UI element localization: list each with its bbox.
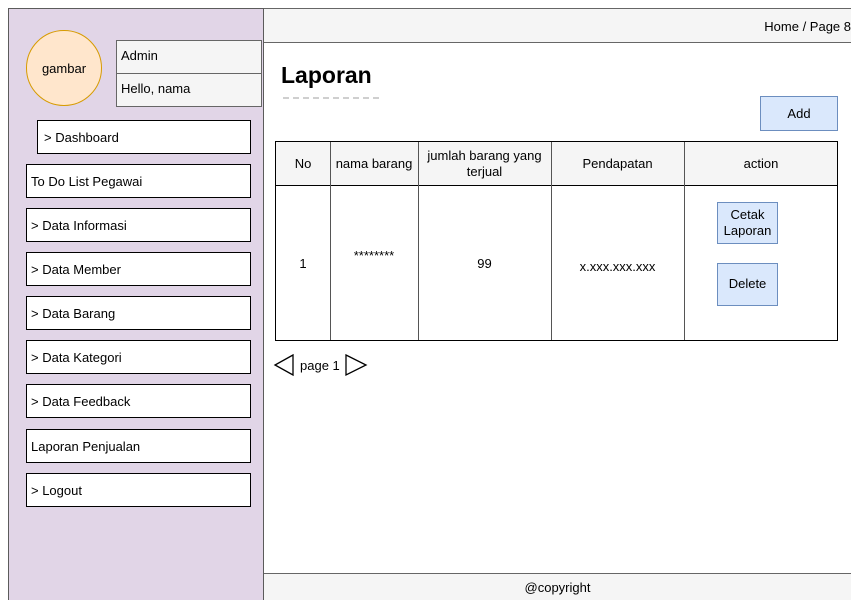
page-title: Laporan [281,62,372,88]
sidebar-item-label: > Data Barang [31,305,116,321]
pagination: page 1 [273,352,368,378]
user-greeting: Hello, nama [116,73,262,107]
report-table: No nama barang jumlah barang yang terjua… [275,141,838,341]
column-divider [684,142,685,340]
column-header-action: action [743,155,779,171]
sidebar-item-data-member[interactable]: > Data Member [26,252,251,286]
user-role: Admin [116,40,262,74]
add-button[interactable]: Add [760,96,838,131]
cell-jumlah: 99 [477,256,492,271]
page-label: page 1 [300,357,340,373]
column-divider [551,142,552,340]
top-bar: Home / Page 8 [264,8,851,43]
title-underline-divider [283,97,379,99]
breadcrumb[interactable]: Home / Page 8 [764,19,851,34]
sidebar-item-label: > Data Kategori [31,349,122,365]
avatar-label: gambar [41,60,87,76]
footer: @copyright [264,573,851,600]
sidebar-item-label: > Dashboard [44,129,119,145]
sidebar-item-label: > Data Informasi [31,217,127,233]
column-header-pendapatan: Pendapatan [582,155,653,171]
sidebar-item-label: > Data Feedback [31,393,131,409]
sidebar-item-label: > Logout [31,482,82,498]
sidebar-item-data-barang[interactable]: > Data Barang [26,296,251,330]
sidebar-item-todo-list-pegawai[interactable]: To Do List Pegawai [26,164,251,198]
column-divider [330,142,331,340]
prev-page-icon[interactable] [273,353,295,377]
copyright-text: @copyright [524,579,591,595]
column-header-no: No [294,155,312,171]
sidebar-item-data-kategori[interactable]: > Data Kategori [26,340,251,374]
column-divider [418,142,419,340]
table-row: 1 ******** 99 x.xxx.xxx.xxx Cetak Lapora… [276,186,837,341]
sidebar-item-data-informasi[interactable]: > Data Informasi [26,208,251,242]
cetak-laporan-button[interactable]: Cetak Laporan [717,202,778,244]
sidebar-item-laporan-penjualan[interactable]: Laporan Penjualan [26,429,251,463]
column-header-jumlah: jumlah barang yang terjual [427,147,542,179]
next-page-icon[interactable] [344,353,368,377]
sidebar-item-dashboard[interactable]: > Dashboard [37,120,251,154]
cell-pendapatan: x.xxx.xxx.xxx [579,259,656,274]
cell-no: 1 [299,256,307,271]
sidebar-item-label: To Do List Pegawai [31,173,143,189]
sidebar-item-label: > Data Member [31,261,121,277]
avatar: gambar [26,30,102,106]
sidebar-item-logout[interactable]: > Logout [26,473,251,507]
sidebar: gambar Admin Hello, nama > Dashboard To … [8,8,264,600]
cell-nama-barang: ******** [353,248,395,263]
sidebar-item-data-feedback[interactable]: > Data Feedback [26,384,251,418]
delete-button[interactable]: Delete [717,263,778,306]
sidebar-item-label: Laporan Penjualan [31,438,141,454]
